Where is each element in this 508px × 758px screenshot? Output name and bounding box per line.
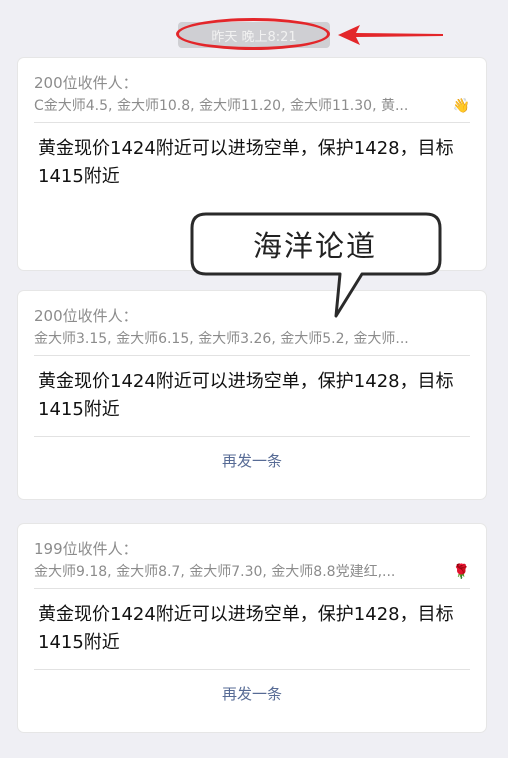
annotation-arrow xyxy=(338,25,443,45)
mass-message-card[interactable]: 199位收件人： 金大师9.18, 金大师8.7, 金大师7.30, 金大师8.… xyxy=(18,524,486,732)
recipient-names: 金大师9.18, 金大师8.7, 金大师7.30, 金大师8.8党建红,... xyxy=(34,564,396,580)
recipient-list[interactable]: 金大师3.15, 金大师6.15, 金大师3.26, 金大师5.2, 金大师..… xyxy=(34,327,470,355)
message-body: 黄金现价1424附近可以进场空单，保护1428，目标1415附近 xyxy=(38,371,454,420)
recipient-names: C金大师4.5, 金大师10.8, 金大师11.20, 金大师11.30, 黄.… xyxy=(34,98,409,114)
message-body: 黄金现价1424附近可以进场空单，保护1428，目标1415附近 xyxy=(38,604,454,653)
resend-button[interactable]: 再发一条 xyxy=(18,670,486,718)
recipient-list[interactable]: 金大师9.18, 金大师8.7, 金大师7.30, 金大师8.8党建红,... … xyxy=(34,560,470,588)
hand-emoji-icon: 👋 xyxy=(452,98,470,114)
recipient-list[interactable]: C金大师4.5, 金大师10.8, 金大师11.20, 金大师11.30, 黄.… xyxy=(34,94,470,122)
mass-message-card[interactable]: 200位收件人： 金大师3.15, 金大师6.15, 金大师3.26, 金大师5… xyxy=(18,291,486,499)
recipient-names: 金大师3.15, 金大师6.15, 金大师3.26, 金大师5.2, 金大师..… xyxy=(34,331,409,347)
annotation-circle xyxy=(176,18,330,50)
rose-emoji-icon: 🌹 xyxy=(452,564,470,580)
recipient-count: 199位收件人： xyxy=(34,540,138,558)
message-body: 黄金现价1424附近可以进场空单，保护1428，目标1415附近 xyxy=(38,138,454,187)
resend-button[interactable]: 再发一条 xyxy=(18,437,486,485)
recipient-count: 200位收件人： xyxy=(34,74,138,92)
bubble-caption: 海洋论道 xyxy=(252,229,377,263)
